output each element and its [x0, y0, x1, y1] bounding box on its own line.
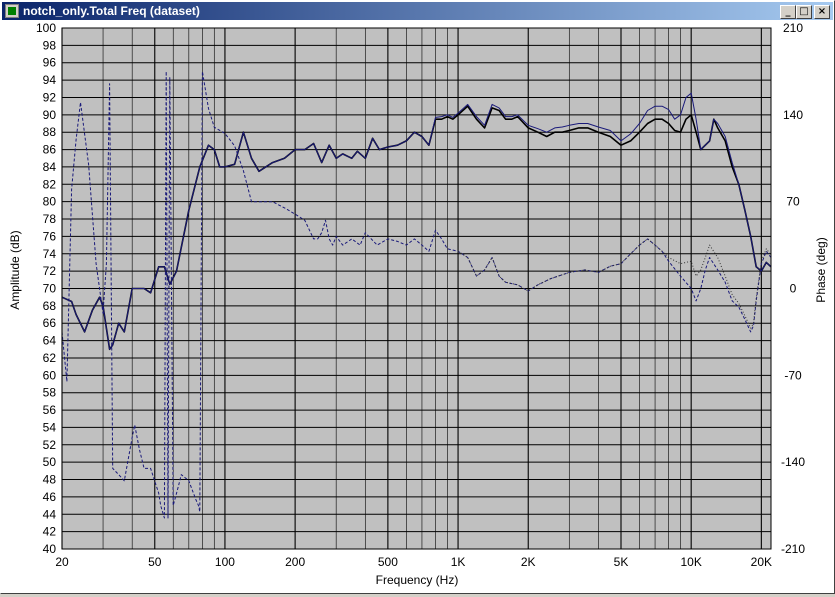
y-tick-label: 72	[43, 264, 57, 278]
y-tick-label: 66	[43, 316, 57, 330]
minimize-button[interactable]: _	[780, 5, 796, 19]
app-icon[interactable]	[5, 4, 19, 18]
y-tick-label: 44	[43, 507, 57, 521]
y-tick-label: 96	[43, 56, 57, 70]
y2-tick-label: -140	[781, 455, 805, 469]
y-tick-label: 92	[43, 90, 57, 104]
chart-area: 40 42 44 46 48 50 52 54 56 58 60 62 64 66 68 70 72 74 76 78…	[2, 20, 833, 592]
x-tick-label: 2K	[521, 555, 536, 569]
y-tick-label: 58	[43, 386, 57, 400]
x-tick-label: 10K	[680, 555, 701, 569]
y-tick-label: 70	[43, 282, 57, 296]
y-axis-label: Amplitude (dB)	[8, 230, 22, 309]
x-tick-label: 1K	[451, 555, 466, 569]
y-tick-label: 86	[43, 143, 57, 157]
y-tick-label: 48	[43, 473, 57, 487]
y-tick-label: 76	[43, 229, 57, 243]
y-tick-label: 74	[43, 247, 57, 261]
y-tick-label: 68	[43, 299, 57, 313]
y-tick-label: 54	[43, 420, 57, 434]
y-tick-label: 46	[43, 490, 57, 504]
y-tick-label: 82	[43, 177, 57, 191]
maximize-button[interactable]: □	[796, 5, 812, 19]
y-tick-label: 84	[43, 160, 57, 174]
y-tick-label: 40	[43, 542, 57, 556]
x-tick-label: 500	[378, 555, 398, 569]
y2-tick-label: 70	[786, 195, 800, 209]
y-tick-label: 94	[43, 73, 57, 87]
frequency-response-chart: 40 42 44 46 48 50 52 54 56 58 60 62 64 66 68 70 72 74 76 78…	[8, 21, 828, 587]
y-tick-label: 100	[36, 21, 56, 35]
chart-window: notch_only.Total Freq (dataset) _ □ × 40…	[0, 0, 835, 594]
y-tick-label: 56	[43, 403, 57, 417]
x-tick-label: 50	[148, 555, 162, 569]
x-tick-label: 20	[55, 555, 69, 569]
y-tick-label: 42	[43, 525, 57, 539]
y-tick-label: 52	[43, 438, 57, 452]
y2-tick-label: 140	[783, 108, 803, 122]
title-bar[interactable]: notch_only.Total Freq (dataset) _ □ ×	[2, 2, 833, 20]
x-axis-label: Frequency (Hz)	[376, 573, 459, 587]
y2-axis-label: Phase (deg)	[814, 237, 828, 302]
y-tick-label: 88	[43, 125, 57, 139]
close-button[interactable]: ×	[814, 5, 830, 19]
y-tick-label: 78	[43, 212, 57, 226]
window-title: notch_only.Total Freq (dataset)	[23, 4, 200, 18]
x-tick-label: 5K	[614, 555, 629, 569]
y-tick-label: 60	[43, 368, 57, 382]
y2-tick-label: 210	[783, 21, 803, 35]
y2-tick-label: -70	[784, 368, 802, 382]
y2-tick-label: -210	[781, 542, 805, 556]
y-tick-label: 62	[43, 351, 57, 365]
y-tick-label: 64	[43, 334, 57, 348]
y-tick-label: 98	[43, 38, 57, 52]
y-tick-label: 50	[43, 455, 57, 469]
y-tick-label: 90	[43, 108, 57, 122]
x-tick-label: 100	[215, 555, 235, 569]
x-tick-label: 20K	[751, 555, 772, 569]
y2-tick-label: 0	[790, 282, 797, 296]
y-tick-label: 80	[43, 195, 57, 209]
x-tick-label: 200	[285, 555, 305, 569]
